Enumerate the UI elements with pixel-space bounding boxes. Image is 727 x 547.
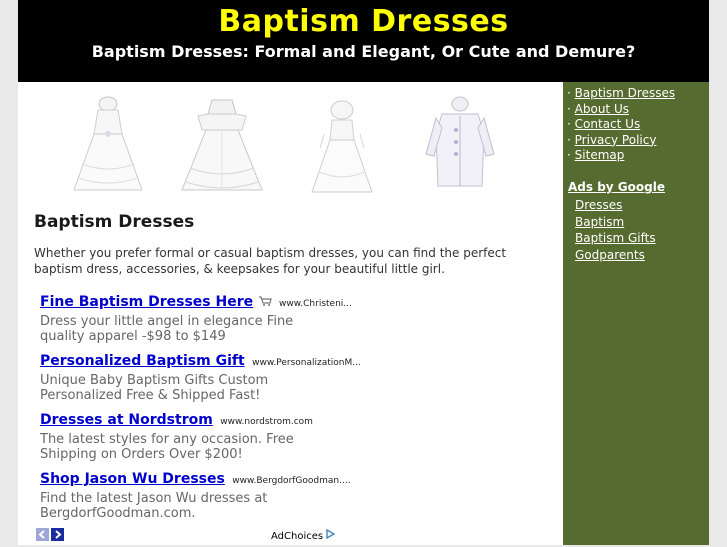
sidebar-ad-link-dresses[interactable]: Dresses: [575, 198, 622, 212]
bullet: ·: [567, 132, 571, 147]
sidebar-item-baptism-dresses: · Baptism Dresses: [567, 86, 675, 102]
adchoices-icon: [326, 528, 336, 540]
sidebar-item-contact-us: · Contact Us: [567, 117, 675, 133]
dress-image-4[interactable]: [412, 94, 502, 204]
ad-title-line: Fine Baptism Dresses Here www.Christeni.…: [40, 293, 352, 313]
ad-title-link[interactable]: Fine Baptism Dresses Here: [40, 294, 253, 310]
site-subtitle: Baptism Dresses: Formal and Elegant, Or …: [91, 42, 636, 61]
ad-description: Find the latest Jason Wu dresses at Berg…: [40, 491, 268, 521]
site-title[interactable]: Baptism Dresses: [18, 4, 709, 39]
bullet: ·: [567, 148, 571, 162]
previous-ads-button[interactable]: [36, 528, 49, 541]
sidebar-link-baptism-dresses[interactable]: Baptism Dresses: [575, 86, 675, 100]
sidebar-ad-link-baptism[interactable]: Baptism: [575, 215, 624, 229]
chevron-left-icon: [38, 530, 45, 539]
sidebar-ad-links: Dresses Baptism Baptism Gifts Godparents: [575, 197, 656, 263]
intro-paragraph: Whether you prefer formal or casual bapt…: [34, 246, 507, 276]
page-wrapper: Baptism Dresses Baptism Dresses: Formal …: [18, 0, 709, 545]
sidebar-link-privacy-policy[interactable]: Privacy Policy: [575, 133, 657, 147]
main-content: Baptism Dresses Whether you prefer forma…: [18, 82, 563, 545]
ad-url[interactable]: www.BergdorfGoodman....: [232, 476, 350, 486]
bullet: ·: [567, 86, 571, 100]
sidebar-ad-link-godparents[interactable]: Godparents: [575, 248, 645, 262]
ad-block: Personalized Baptism Gift www.Personaliz…: [40, 352, 361, 403]
ad-url[interactable]: www.nordstrom.com: [220, 417, 313, 427]
sidebar-ad-item: Godparents: [575, 247, 656, 264]
bullet: ·: [567, 117, 571, 131]
ad-title-link[interactable]: Shop Jason Wu Dresses: [40, 471, 225, 487]
sidebar-link-contact-us[interactable]: Contact Us: [575, 117, 641, 131]
sidebar-link-about-us[interactable]: About Us: [575, 102, 629, 116]
sidebar-item-about-us: · About Us: [567, 102, 675, 118]
ad-description: Unique Baby Baptism Gifts Custom Persona…: [40, 373, 269, 403]
sidebar-item-sitemap: · Sitemap: [567, 148, 675, 164]
site-header: Baptism Dresses Baptism Dresses: Formal …: [18, 0, 709, 82]
next-ads-button[interactable]: [51, 528, 64, 541]
ads-by-google-label[interactable]: Ads by Google: [568, 180, 665, 194]
ad-title-link[interactable]: Dresses at Nordstrom: [40, 412, 213, 428]
ad-block: Shop Jason Wu Dresses www.BergdorfGoodma…: [40, 470, 351, 521]
sidebar-nav: · Baptism Dresses · About Us · Contact U…: [567, 86, 675, 164]
ad-title-line: Personalized Baptism Gift www.Personaliz…: [40, 352, 361, 372]
ad-block: Dresses at Nordstrom www.nordstrom.com T…: [40, 411, 340, 462]
sidebar-ad-item: Baptism Gifts: [575, 230, 656, 247]
dress-thumbnails: [58, 94, 538, 204]
ad-title-line: Dresses at Nordstrom www.nordstrom.com: [40, 411, 340, 431]
ad-title-link[interactable]: Personalized Baptism Gift: [40, 353, 245, 369]
ad-url[interactable]: www.PersonalizationM...: [252, 358, 361, 368]
cart-icon: [258, 296, 272, 306]
dress-image-3[interactable]: [294, 94, 384, 204]
dress-image-2[interactable]: [176, 94, 266, 204]
ad-title-line: Shop Jason Wu Dresses www.BergdorfGoodma…: [40, 470, 351, 490]
ad-url[interactable]: www.Christeni...: [279, 299, 352, 309]
dress-image-1[interactable]: [58, 94, 148, 204]
ad-pagination: [36, 528, 66, 547]
ad-description: The latest styles for any occasion. Free…: [40, 432, 294, 462]
chevron-right-icon: [55, 530, 62, 539]
adchoices-label: AdChoices: [271, 531, 324, 542]
sidebar-link-sitemap[interactable]: Sitemap: [575, 148, 625, 162]
sidebar-ad-item: Dresses: [575, 197, 656, 214]
bullet: ·: [567, 101, 571, 116]
adchoices-link[interactable]: AdChoices: [271, 528, 336, 542]
ad-description: Dress your little angel in elegance Fine…: [40, 314, 294, 344]
content-heading: Baptism Dresses: [34, 212, 195, 232]
ad-block: Fine Baptism Dresses Here www.Christeni.…: [40, 293, 352, 344]
sidebar-ad-item: Baptism: [575, 214, 656, 231]
sidebar-item-privacy-policy: · Privacy Policy: [567, 133, 675, 149]
sidebar: · Baptism Dresses · About Us · Contact U…: [563, 82, 709, 545]
sidebar-ad-link-baptism-gifts[interactable]: Baptism Gifts: [575, 231, 656, 245]
